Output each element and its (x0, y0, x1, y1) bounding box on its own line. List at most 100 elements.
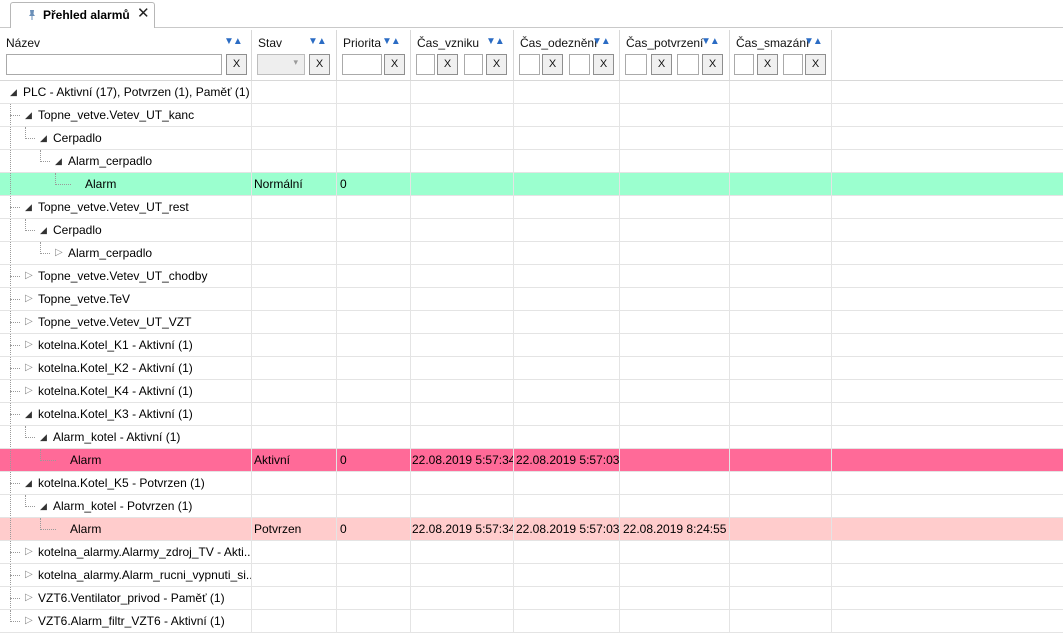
table-row[interactable]: ▷ kotelna_alarmy.Alarm_rucni_vypnuti_si..… (0, 564, 1063, 587)
table-row[interactable]: ◢ Topne_vetve.Vetev_UT_rest (0, 196, 1063, 219)
table-row[interactable]: ◢ Alarm_kotel - Potvrzen (1) (0, 495, 1063, 518)
table-row[interactable]: ◢ Topne_vetve.Vetev_UT_kanc (0, 104, 1063, 127)
sort-icon[interactable]: ▼▲ (224, 36, 243, 47)
priorita-filter-clear-button[interactable]: X (384, 54, 405, 75)
collapse-icon[interactable]: ◢ (40, 426, 47, 448)
table-row[interactable]: ◢ kotelna.Kotel_K3 - Aktivní (1) (0, 403, 1063, 426)
pin-icon[interactable] (26, 9, 38, 21)
table-row[interactable]: ▷ Topne_vetve.TeV (0, 288, 1063, 311)
table-row[interactable]: ◢ Alarm_cerpadlo (0, 150, 1063, 173)
sort-icon[interactable]: ▼▲ (701, 36, 720, 47)
row-name: Topne_vetve.TeV (38, 292, 131, 306)
cell-smazani (730, 495, 832, 517)
table-row[interactable]: ◢ Alarm_kotel - Aktivní (1) (0, 426, 1063, 449)
table-row[interactable]: ◢ Cerpadlo (0, 127, 1063, 150)
collapse-icon[interactable]: ◢ (55, 150, 62, 172)
table-row[interactable]: ▷ Topne_vetve.Vetev_UT_chodby (0, 265, 1063, 288)
column-header-vznik[interactable]: Čas_vzniku ▼▲ X X (411, 30, 514, 81)
column-header-smazani[interactable]: Čas_smazání ▼▲ X X (730, 30, 832, 81)
table-row[interactable]: ▷ kotelna.Kotel_K1 - Aktivní (1) (0, 334, 1063, 357)
expand-icon[interactable]: ▷ (25, 265, 33, 287)
close-icon[interactable]: ✕ (137, 6, 150, 22)
collapse-icon[interactable]: ◢ (25, 403, 32, 425)
odezneni-filter-from-input[interactable] (519, 54, 540, 75)
potvrzeni-filter-to-clear-button[interactable]: X (702, 54, 723, 75)
table-row[interactable]: ▷ VZT6.Alarm_filtr_VZT6 - Aktivní (1) (0, 610, 1063, 633)
collapse-icon[interactable]: ◢ (10, 81, 17, 103)
table-row[interactable]: ▷ Alarm_cerpadlo (0, 242, 1063, 265)
priorita-filter-input[interactable] (342, 54, 382, 75)
cell-stav (252, 127, 337, 149)
table-row[interactable]: ▷ VZT6.Ventilator_privod - Paměť (1) (0, 587, 1063, 610)
smazani-filter-to-clear-button[interactable]: X (805, 54, 826, 75)
smazani-filter-from-input[interactable] (734, 54, 754, 75)
name-filter-clear-button[interactable]: X (226, 54, 247, 75)
vznik-filter-to-clear-button[interactable]: X (486, 54, 507, 75)
expand-icon[interactable]: ▷ (25, 311, 33, 333)
sort-icon[interactable]: ▼▲ (382, 36, 401, 47)
expand-icon[interactable]: ▷ (25, 288, 33, 310)
tree-guide (10, 288, 11, 310)
cell-potvrzeni (620, 219, 730, 241)
column-header-potvrzeni[interactable]: Čas_potvrzení ▼▲ X X (620, 30, 730, 81)
vznik-filter-from-input[interactable] (416, 54, 435, 75)
column-header-name[interactable]: Název ▼▲ X (0, 30, 252, 81)
collapse-icon[interactable]: ◢ (40, 219, 47, 241)
cell-name: ▷ kotelna_alarmy.Alarm_rucni_vypnuti_si..… (0, 564, 252, 586)
expand-icon[interactable]: ▷ (25, 357, 33, 379)
table-row[interactable]: Alarm Normální 0 (0, 173, 1063, 196)
cell-priorita (337, 265, 411, 287)
table-row[interactable]: ▷ Topne_vetve.Vetev_UT_VZT (0, 311, 1063, 334)
smazani-filter-from-clear-button[interactable]: X (757, 54, 778, 75)
table-row[interactable]: ▷ kotelna_alarmy.Alarmy_zdroj_TV - Akti..… (0, 541, 1063, 564)
potvrzeni-filter-from-clear-button[interactable]: X (651, 54, 672, 75)
sort-icon[interactable]: ▼▲ (308, 36, 327, 47)
sort-icon[interactable]: ▼▲ (592, 36, 611, 47)
table-row[interactable]: ▷ kotelna.Kotel_K4 - Aktivní (1) (0, 380, 1063, 403)
column-header-odezneni[interactable]: Čas_odeznění ▼▲ X X (514, 30, 620, 81)
expand-icon[interactable]: ▷ (25, 334, 33, 356)
cell-stav (252, 104, 337, 126)
collapse-icon[interactable]: ◢ (25, 196, 32, 218)
collapse-icon[interactable]: ◢ (40, 127, 47, 149)
collapse-icon[interactable]: ◢ (25, 104, 32, 126)
sort-icon[interactable]: ▼▲ (804, 36, 823, 47)
expand-icon[interactable]: ▷ (25, 380, 33, 402)
tab-alarm-overview[interactable]: Přehled alarmů ✕ (10, 2, 155, 28)
table-row[interactable]: ◢ kotelna.Kotel_K5 - Potvrzen (1) (0, 472, 1063, 495)
table-row[interactable]: ▷ kotelna.Kotel_K2 - Aktivní (1) (0, 357, 1063, 380)
tree-guide (25, 426, 26, 438)
expand-icon[interactable]: ▷ (25, 541, 33, 563)
smazani-filter-to-input[interactable] (783, 54, 803, 75)
tree-guide (10, 472, 11, 494)
odezneni-filter-to-input[interactable] (569, 54, 590, 75)
tree-guide (10, 311, 11, 333)
expand-icon[interactable]: ▷ (25, 610, 33, 632)
vznik-filter-from-clear-button[interactable]: X (437, 54, 458, 75)
column-header-stav[interactable]: Stav ▼▲ ▾ X (252, 30, 337, 81)
collapse-icon[interactable]: ◢ (25, 472, 32, 494)
stav-filter-dropdown[interactable]: ▾ (257, 54, 305, 75)
expand-icon[interactable]: ▷ (25, 564, 33, 586)
cell-smazani (730, 587, 832, 609)
potvrzeni-filter-from-input[interactable] (625, 54, 647, 75)
column-header-priorita[interactable]: Priorita ▼▲ X (337, 30, 411, 81)
table-row[interactable]: ◢ PLC - Aktivní (17), Potvrzen (1), Paměť… (0, 81, 1063, 104)
table-row[interactable]: Alarm Potvrzen 0 22.08.2019 5:57:34 22.08.20… (0, 518, 1063, 541)
cell-smazani (730, 564, 832, 586)
stav-filter-clear-button[interactable]: X (309, 54, 330, 75)
odezneni-filter-to-clear-button[interactable]: X (593, 54, 614, 75)
cell-priorita (337, 403, 411, 425)
potvrzeni-filter-to-input[interactable] (677, 54, 699, 75)
sort-icon[interactable]: ▼▲ (486, 36, 505, 47)
table-row[interactable]: Alarm Aktivní 0 22.08.2019 5:57:34 22.08.201… (0, 449, 1063, 472)
name-filter-input[interactable] (6, 54, 222, 75)
vznik-filter-to-input[interactable] (464, 54, 483, 75)
table-row[interactable]: ◢ Cerpadlo (0, 219, 1063, 242)
expand-icon[interactable]: ▷ (25, 587, 33, 609)
cell-potvrzeni (620, 541, 730, 563)
cell-potvrzeni (620, 311, 730, 333)
collapse-icon[interactable]: ◢ (40, 495, 47, 517)
expand-icon[interactable]: ▷ (55, 242, 63, 264)
odezneni-filter-from-clear-button[interactable]: X (542, 54, 563, 75)
